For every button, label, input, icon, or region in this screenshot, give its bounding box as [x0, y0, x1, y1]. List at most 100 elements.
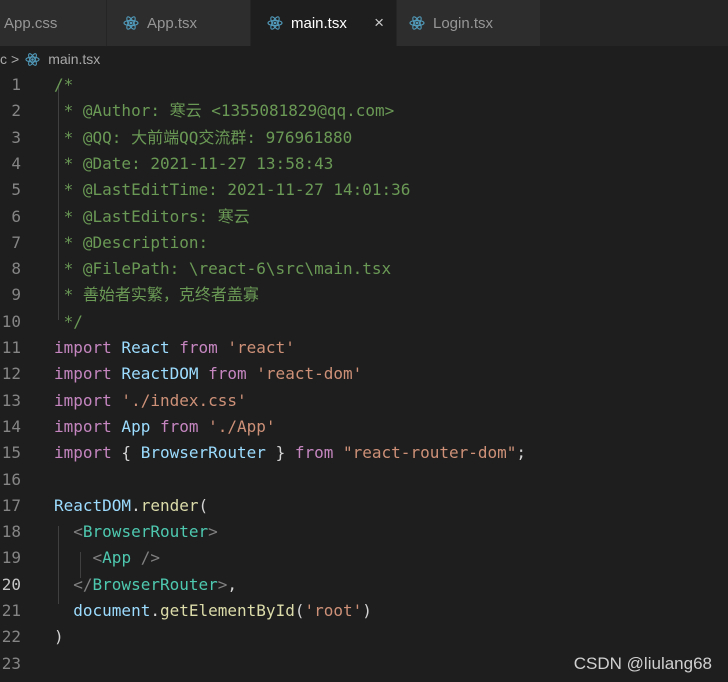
tab-app-tsx[interactable]: App.tsx — [107, 0, 251, 46]
code-token: document — [73, 601, 151, 620]
code-token: </ — [73, 574, 93, 594]
code-content: import './index.css' — [54, 388, 247, 414]
code-token: ) — [54, 627, 64, 647]
code-line[interactable]: 22) — [0, 624, 728, 650]
code-token: import — [54, 338, 112, 357]
tab-app-css[interactable]: App.css — [0, 0, 107, 46]
code-content: * 善始者实繁，克终者盖寡 — [54, 282, 259, 308]
code-token: /* — [54, 75, 74, 94]
line-number: 4 — [11, 153, 21, 173]
code-token: > — [217, 574, 228, 594]
code-content: import { BrowserRouter } from "react-rou… — [54, 440, 526, 466]
code-token: * @Description: — [54, 232, 209, 252]
close-icon[interactable]: × — [374, 13, 384, 33]
code-token: 'react-dom' — [246, 364, 363, 384]
code-token: from — [294, 443, 334, 463]
react-file-icon — [25, 52, 40, 67]
tab-label: App.css — [4, 14, 58, 32]
breadcrumb-prefix[interactable]: c — [0, 51, 7, 67]
breadcrumb: c > main.tsx — [0, 46, 728, 72]
code-token: BrowserRouter — [140, 443, 266, 463]
code-content: ) — [54, 624, 64, 650]
code-token: * @QQ: 大前端QQ交流群: 976961880 — [54, 127, 353, 147]
code-line[interactable]: 5 * @LastEditTime: 2021-11-27 14:01:36 — [0, 177, 728, 203]
code-line[interactable]: 15 import { BrowserRouter } from "react-r… — [0, 440, 728, 466]
code-line[interactable]: 20 </BrowserRouter>, — [0, 572, 728, 598]
code-token: "react-router-dom" — [333, 443, 517, 463]
code-line[interactable]: 18 <BrowserRouter> — [0, 519, 728, 545]
code-token: . — [131, 495, 141, 515]
code-editor[interactable]: 1 /* 2 * @Author: 寒云 <1355081829@qq.com> 3 … — [0, 72, 728, 682]
code-line[interactable]: 9 * 善始者实繁，克终者盖寡 — [0, 282, 728, 308]
code-line[interactable]: 19 <App /> — [0, 545, 728, 571]
code-line[interactable]: 7 * @Description: — [0, 230, 728, 256]
code-token: ReactDOM — [54, 495, 132, 515]
chevron-right-icon: > — [11, 51, 20, 67]
code-token: */ — [54, 311, 83, 331]
code-content: * @Author: 寒云 <1355081829@qq.com> — [54, 98, 395, 124]
code-token: * @LastEditors: 寒云 — [54, 206, 250, 226]
code-content: * @LastEditTime: 2021-11-27 14:01:36 — [54, 177, 411, 203]
code-token: /> — [131, 548, 160, 568]
code-content: document.getElementById('root') — [54, 598, 372, 624]
code-token: < — [92, 548, 103, 568]
code-token: ) — [362, 601, 372, 620]
code-token: 'root' — [304, 601, 363, 620]
line-number: 16 — [1, 469, 21, 489]
code-line[interactable]: 6 * @LastEditors: 寒云 — [0, 204, 728, 230]
code-token: BrowserRouter — [92, 574, 218, 594]
code-line[interactable]: 4 * @Date: 2021-11-27 13:58:43 — [0, 151, 728, 177]
tab-main-tsx[interactable]: main.tsx × — [251, 0, 397, 46]
code-line[interactable]: 16 — [0, 467, 728, 493]
code-token: App — [102, 548, 132, 568]
line-number: 22 — [1, 627, 21, 647]
code-line[interactable]: 12 import ReactDOM from 'react-dom' — [0, 361, 728, 387]
code-token: * @Date: 2021-11-27 13:58:43 — [54, 153, 334, 173]
breadcrumb-file[interactable]: main.tsx — [48, 51, 100, 67]
code-content: ReactDOM.render( — [54, 493, 208, 519]
code-line[interactable]: 10 */ — [0, 309, 728, 335]
line-number: 19 — [1, 548, 21, 568]
code-token: * @LastEditTime: 2021-11-27 14:01:36 — [54, 180, 411, 200]
code-content: </BrowserRouter>, — [54, 572, 237, 598]
line-number: 2 — [11, 101, 21, 121]
line-number: 5 — [11, 180, 21, 200]
code-token: getElementById — [159, 601, 295, 620]
code-line[interactable]: 8 * @FilePath: \react-6\src\main.tsx — [0, 256, 728, 282]
line-number: 23 — [1, 653, 21, 673]
code-token: < — [73, 522, 83, 542]
code-token: , — [227, 574, 238, 594]
line-number: 3 — [11, 127, 21, 147]
code-content: * @LastEditors: 寒云 — [54, 204, 250, 230]
code-line[interactable]: 2 * @Author: 寒云 <1355081829@qq.com> — [0, 98, 728, 124]
line-number: 8 — [11, 259, 21, 279]
tab-login-tsx[interactable]: Login.tsx — [397, 0, 541, 46]
line-number: 15 — [1, 443, 21, 463]
code-line[interactable]: 14 import App from './App' — [0, 414, 728, 440]
code-token: 'react' — [217, 338, 295, 357]
code-line[interactable]: 21 document.getElementById('root') — [0, 598, 728, 624]
code-line[interactable]: 11 import React from 'react' — [0, 335, 728, 361]
code-line[interactable]: 13 import './index.css' — [0, 388, 728, 414]
watermark: CSDN @liulang68 — [573, 654, 712, 673]
line-number: 21 — [1, 601, 21, 620]
react-file-icon — [123, 15, 139, 31]
code-line[interactable]: 3 * @QQ: 大前端QQ交流群: 976961880 — [0, 125, 728, 151]
code-token: ; — [516, 443, 527, 463]
code-token: ReactDOM — [111, 364, 209, 384]
code-token: } — [265, 443, 295, 463]
line-number: 13 — [1, 390, 21, 410]
react-file-icon — [267, 15, 283, 31]
code-line[interactable]: 1 /* — [0, 72, 728, 98]
code-token: BrowserRouter — [82, 522, 209, 542]
code-content: * @QQ: 大前端QQ交流群: 976961880 — [54, 125, 353, 151]
line-number: 1 — [11, 75, 21, 94]
code-content: <BrowserRouter> — [54, 519, 218, 545]
code-token: from — [208, 364, 247, 384]
line-number: 11 — [1, 338, 21, 357]
code-token: * 善始者实繁，克终者盖寡 — [54, 285, 259, 305]
code-line[interactable]: 17 ReactDOM.render( — [0, 493, 728, 519]
tab-label: App.tsx — [147, 14, 198, 32]
